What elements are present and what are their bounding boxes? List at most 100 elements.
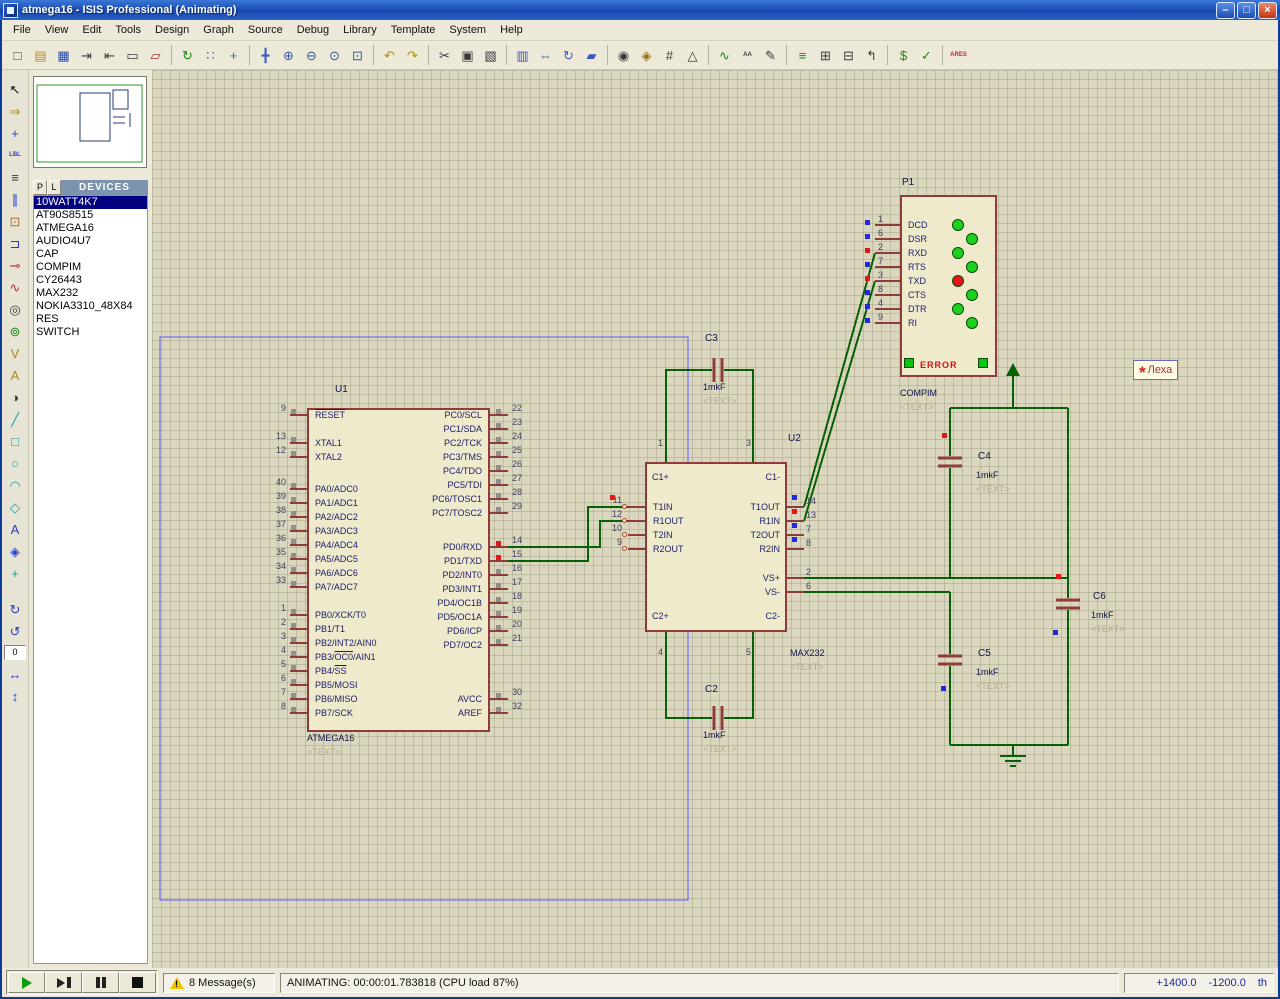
redraw-button[interactable]: ↻ (176, 44, 199, 67)
library-manager-button[interactable]: L (47, 180, 61, 195)
generator-mode-button[interactable]: ⊚ (3, 320, 27, 342)
save-file-button[interactable]: ▦ (52, 44, 75, 67)
device-item-audio4u7[interactable]: AUDIO4U7 (34, 235, 147, 248)
zoom-area-button[interactable]: ⊡ (346, 44, 369, 67)
toggle-false-origin-button[interactable]: + (222, 44, 245, 67)
play-button[interactable] (8, 972, 45, 993)
block-rotate-button[interactable]: ↻ (557, 44, 580, 67)
terminals-mode-button[interactable]: ⊐ (3, 232, 27, 254)
mirror-horizontal-button[interactable]: ↔ (3, 663, 27, 685)
zoom-out-button[interactable]: ⊖ (300, 44, 323, 67)
titlebar[interactable]: atmega16 - ISIS Professional (Animating) (0, 0, 1280, 20)
device-item-compim[interactable]: COMPIM (34, 261, 147, 274)
export-section-button[interactable]: ⇤ (98, 44, 121, 67)
menu-template[interactable]: Template (384, 21, 443, 39)
redo-button[interactable]: ↷ (401, 44, 424, 67)
stop-button[interactable] (119, 972, 156, 993)
current-probe-mode-button[interactable]: A (3, 364, 27, 386)
open-file-button[interactable]: ▤ (29, 44, 52, 67)
make-device-button[interactable]: ◈ (635, 44, 658, 67)
component-mode-button[interactable]: ⇒ (3, 100, 27, 122)
goto-sheet-button[interactable]: ↰ (860, 44, 883, 67)
device-item-atmega16[interactable]: ATMEGA16 (34, 222, 147, 235)
pan-button[interactable]: ╋ (254, 44, 277, 67)
mark-output-area-button[interactable]: ▱ (144, 44, 167, 67)
netlist-to-ares-button[interactable]: ARES (947, 44, 970, 67)
text-script-mode-button[interactable]: ≡ (3, 166, 27, 188)
rotate-clockwise-button[interactable]: ↻ (3, 598, 27, 620)
decompose-button[interactable]: △ (681, 44, 704, 67)
menu-tools[interactable]: Tools (108, 21, 148, 39)
wire-label-mode-button[interactable]: LBL (3, 144, 27, 166)
mirror-vertical-button[interactable]: ↕ (3, 685, 27, 707)
device-item-cap[interactable]: CAP (34, 248, 147, 261)
rotate-anticlockwise-button[interactable]: ↺ (3, 620, 27, 642)
minimize-button[interactable] (1216, 2, 1235, 19)
pick-devices-button[interactable]: P (33, 180, 47, 195)
junction-dot-mode-button[interactable]: + (3, 122, 27, 144)
new-sheet-button[interactable]: ⊞ (814, 44, 837, 67)
menu-design[interactable]: Design (148, 21, 196, 39)
device-item-10watt4k7[interactable]: 10WATT4K7 (34, 196, 147, 209)
menu-file[interactable]: File (6, 21, 38, 39)
menu-debug[interactable]: Debug (290, 21, 336, 39)
menu-graph[interactable]: Graph (196, 21, 241, 39)
device-item-switch[interactable]: SWITCH (34, 326, 147, 339)
zoom-all-button[interactable]: ⊙ (323, 44, 346, 67)
toggle-grid-button[interactable]: ∷ (199, 44, 222, 67)
device-item-at90s8515[interactable]: AT90S8515 (34, 209, 147, 222)
overview-window[interactable] (33, 76, 147, 168)
new-file-button[interactable]: □ (6, 44, 29, 67)
virtual-instruments-mode-button[interactable]: ◑ (3, 386, 27, 408)
remove-sheet-button[interactable]: ⊟ (837, 44, 860, 67)
copy-button[interactable]: ▣ (456, 44, 479, 67)
cut-button[interactable]: ✂ (433, 44, 456, 67)
menu-library[interactable]: Library (336, 21, 384, 39)
subcircuit-mode-button[interactable]: ⊡ (3, 210, 27, 232)
paste-button[interactable]: ▧ (479, 44, 502, 67)
import-section-button[interactable]: ⇥ (75, 44, 98, 67)
message-panel[interactable]: ! 8 Message(s) (163, 973, 275, 993)
search-tag-button[interactable]: AA (736, 44, 759, 67)
packaging-tool-button[interactable]: # (658, 44, 681, 67)
block-copy-button[interactable]: ▥ (511, 44, 534, 67)
schematic-canvas[interactable]: Леха 9RESET13XTAL112XTAL240PA0/ADC039PA1… (152, 70, 1278, 968)
2d-arc-mode-button[interactable]: ◠ (3, 474, 27, 496)
undo-button[interactable]: ↶ (378, 44, 401, 67)
2d-box-mode-button[interactable]: □ (3, 430, 27, 452)
print-button[interactable]: ▭ (121, 44, 144, 67)
device-item-res[interactable]: RES (34, 313, 147, 326)
zoom-in-button[interactable]: ⊕ (277, 44, 300, 67)
step-button[interactable] (45, 972, 82, 993)
property-assignment-button[interactable]: ✎ (759, 44, 782, 67)
bill-of-materials-button[interactable]: $ (892, 44, 915, 67)
menu-system[interactable]: System (442, 21, 493, 39)
device-pins-mode-button[interactable]: ⊸ (3, 254, 27, 276)
electrical-rule-check-button[interactable]: ✓ (915, 44, 938, 67)
2d-markers-mode-button[interactable]: + (3, 562, 27, 584)
tape-recorder-mode-button[interactable]: ◎ (3, 298, 27, 320)
2d-path-mode-button[interactable]: ◇ (3, 496, 27, 518)
wire-autorouter-button[interactable]: ∿ (713, 44, 736, 67)
voltage-probe-mode-button[interactable]: V (3, 342, 27, 364)
menu-help[interactable]: Help (493, 21, 530, 39)
device-item-max232[interactable]: MAX232 (34, 287, 147, 300)
2d-circle-mode-button[interactable]: ○ (3, 452, 27, 474)
menu-view[interactable]: View (38, 21, 76, 39)
close-button[interactable] (1258, 2, 1277, 19)
device-item-nokia3310_48x84[interactable]: NOKIA3310_48X84 (34, 300, 147, 313)
pause-button[interactable] (82, 972, 119, 993)
maximize-button[interactable] (1237, 2, 1256, 19)
block-delete-button[interactable]: ▰ (580, 44, 603, 67)
selection-mode-button[interactable]: ↖ (3, 78, 27, 100)
2d-line-mode-button[interactable]: ╱ (3, 408, 27, 430)
menu-source[interactable]: Source (241, 21, 290, 39)
pick-device-button[interactable]: ◉ (612, 44, 635, 67)
design-explorer-button[interactable]: ≡ (791, 44, 814, 67)
block-move-button[interactable]: ⇔ (534, 44, 557, 67)
buses-mode-button[interactable]: ∥ (3, 188, 27, 210)
2d-text-mode-button[interactable]: A (3, 518, 27, 540)
2d-symbols-mode-button[interactable]: ◈ (3, 540, 27, 562)
rotation-angle-display[interactable]: 0 (4, 645, 26, 660)
device-item-cy26443[interactable]: CY26443 (34, 274, 147, 287)
